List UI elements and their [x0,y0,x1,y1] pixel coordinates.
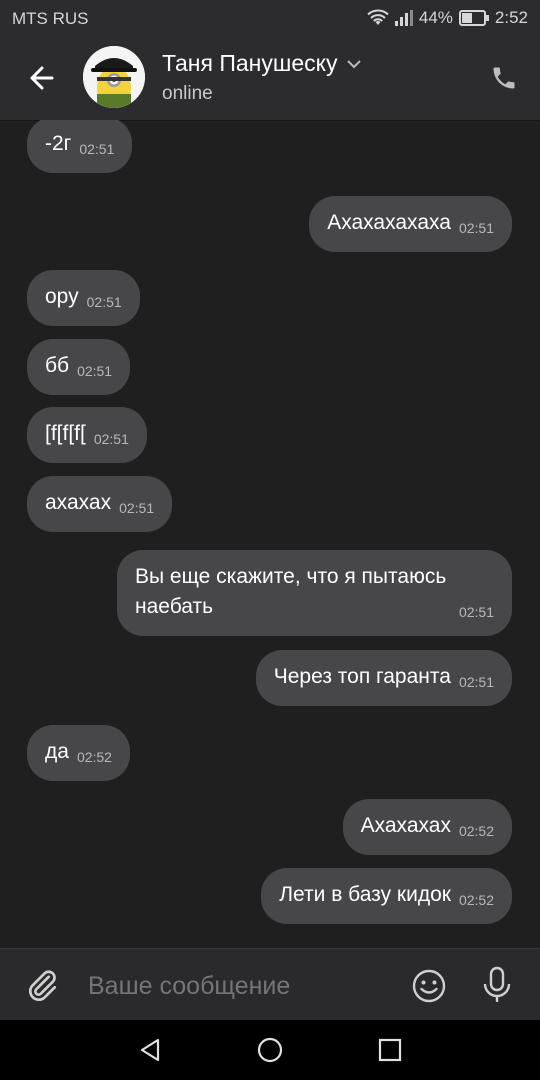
message-bubble-outgoing[interactable]: Ахахахах 02:52 [342,799,512,855]
nav-recent-apps-icon[interactable] [378,1038,402,1062]
message-time: 02:51 [458,674,494,690]
message-bubble-incoming[interactable]: [f[f[f[ 02:51 [27,407,147,463]
chat-title[interactable]: Таня Панушеску [162,50,362,77]
message-time: 02:52 [76,749,112,765]
arrow-left-icon[interactable] [24,60,60,96]
message-text: Через топ гаранта [273,665,451,688]
message-bubble-incoming[interactable]: ору 02:51 [27,270,140,326]
message-bubble-incoming[interactable]: да 02:52 [27,725,130,781]
message-input[interactable] [86,971,390,1002]
chevron-down-icon[interactable] [347,59,362,69]
message-time: 02:51 [458,604,494,620]
message-time: 02:51 [86,294,122,310]
status-icons: 44% 2:52 [367,8,528,28]
chat-header: Таня Панушеску online [0,36,540,120]
clock: 2:52 [494,8,528,27]
message-time: 02:52 [458,823,494,839]
microphone-icon[interactable] [480,965,514,1005]
message-time: 02:51 [79,141,115,157]
message-text: бб [45,354,70,377]
contact-name: Таня Панушеску [162,50,338,76]
message-text: -2г [45,132,72,155]
message-time: 02:51 [119,500,155,516]
message-bubble-outgoing[interactable]: Лети в базу кидок 02:52 [261,868,512,924]
battery-percent: 44% [418,8,453,27]
message-list[interactable]: -2г 02:51 Ахахахахаха 02:51 ору 02:51 бб 02:… [0,120,540,948]
message-time: 02:51 [77,363,113,379]
message-bubble-incoming[interactable]: бб 02:51 [27,339,131,395]
paperclip-icon[interactable] [24,966,60,1004]
message-bubble-outgoing[interactable]: Вы еще скажите, что я пытаюсь наебать 02:… [117,550,512,636]
message-text: Ахахахах [360,814,451,837]
minion-avatar-image [83,46,145,108]
message-time: 02:52 [458,892,494,908]
avatar[interactable] [83,46,145,108]
message-text: Ахахахахаха [327,211,451,234]
message-time: 02:51 [458,220,494,236]
nav-home-icon[interactable] [256,1036,284,1064]
system-nav-bar [0,1020,540,1080]
message-text: [f[f[f[ [45,422,86,445]
message-bubble-incoming[interactable]: ахахах 02:51 [27,476,173,532]
smiley-icon[interactable] [410,967,448,1005]
message-text: ахахах [45,491,112,514]
message-text: Вы еще скажите, что я пытаюсь наебать [135,565,447,618]
contact-status: online [162,83,213,104]
nav-back-icon[interactable] [136,1036,164,1064]
status-bar: MTS RUS 44% 2:52 [0,0,540,36]
carrier-name: MTS RUS [12,9,89,28]
message-time: 02:51 [93,431,129,447]
phone-icon[interactable] [490,64,518,92]
message-bubble-incoming[interactable]: -2г 02:51 [27,120,133,173]
message-text: ору [45,285,79,308]
battery-icon [458,10,489,26]
signal-icon [394,10,413,26]
message-bubble-outgoing[interactable]: Ахахахахаха 02:51 [309,196,512,252]
message-composer [0,948,540,1021]
message-text: Лети в базу кидок [279,883,451,906]
wifi-icon [367,9,389,25]
message-text: да [45,740,69,763]
message-bubble-outgoing[interactable]: Через топ гаранта 02:51 [255,650,512,706]
